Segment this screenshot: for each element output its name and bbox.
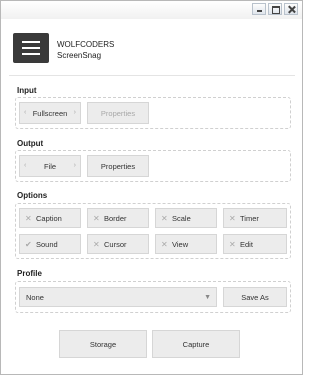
option-caption-toggle[interactable]: ✕ Caption [19,208,81,228]
chevron-left-icon[interactable]: ‹ [24,156,26,176]
input-source-selector[interactable]: ‹ Fullscreen › [19,102,81,124]
option-label: View [172,240,189,249]
caret-down-icon: ▼ [204,294,211,301]
capture-button[interactable]: Capture [152,330,240,358]
option-timer-toggle[interactable]: ✕ Timer [223,208,287,228]
maximize-icon[interactable] [268,3,282,15]
unchecked-x-icon: ✕ [161,214,168,223]
option-label: Sound [36,240,58,249]
unchecked-x-icon: ✕ [25,214,32,223]
chevron-right-icon[interactable]: › [74,156,76,176]
section-label-input: Input [17,86,37,95]
option-view-toggle[interactable]: ✕ View [155,234,217,254]
unchecked-x-icon: ✕ [229,214,236,223]
window-controls [252,3,298,15]
option-label: Scale [172,214,191,223]
storage-button[interactable]: Storage [59,330,147,358]
profile-selected-value: None [26,293,44,302]
minimize-icon[interactable] [252,3,266,15]
output-target-label: File [43,161,57,171]
brand-company: WOLFCODERS [57,40,115,49]
app-brand: WOLFCODERS ScreenSnag [57,39,114,61]
app-window: WOLFCODERS ScreenSnag Input ‹ Fullscreen… [0,0,303,375]
unchecked-x-icon: ✕ [93,214,100,223]
option-label: Border [104,214,127,223]
hamburger-menu-icon[interactable] [13,33,49,63]
option-scale-toggle[interactable]: ✕ Scale [155,208,217,228]
option-cursor-toggle[interactable]: ✕ Cursor [87,234,149,254]
title-bar [1,1,302,19]
unchecked-x-icon: ✕ [161,240,168,249]
unchecked-x-icon: ✕ [93,240,100,249]
option-edit-toggle[interactable]: ✕ Edit [223,234,287,254]
section-label-output: Output [17,139,44,148]
option-label: Edit [240,240,253,249]
output-target-selector[interactable]: ‹ File › [19,155,81,177]
chevron-left-icon[interactable]: ‹ [24,103,26,123]
option-label: Caption [36,214,62,223]
section-label-profile: Profile [17,269,42,278]
chevron-right-icon[interactable]: › [74,103,76,123]
save-as-button[interactable]: Save As [223,287,287,307]
checkmark-icon: ✔ [25,240,32,249]
section-label-options: Options [17,191,48,200]
input-properties-button[interactable]: Properties [87,102,149,124]
option-border-toggle[interactable]: ✕ Border [87,208,149,228]
input-source-label: Fullscreen [32,108,68,118]
profile-select[interactable]: None ▼ [19,287,217,307]
brand-product: ScreenSnag [57,51,102,60]
output-properties-button[interactable]: Properties [87,155,149,177]
option-sound-toggle[interactable]: ✔ Sound [19,234,81,254]
unchecked-x-icon: ✕ [229,240,236,249]
close-icon[interactable] [284,3,298,15]
header-divider [9,75,295,76]
option-label: Timer [240,214,259,223]
option-label: Cursor [104,240,127,249]
